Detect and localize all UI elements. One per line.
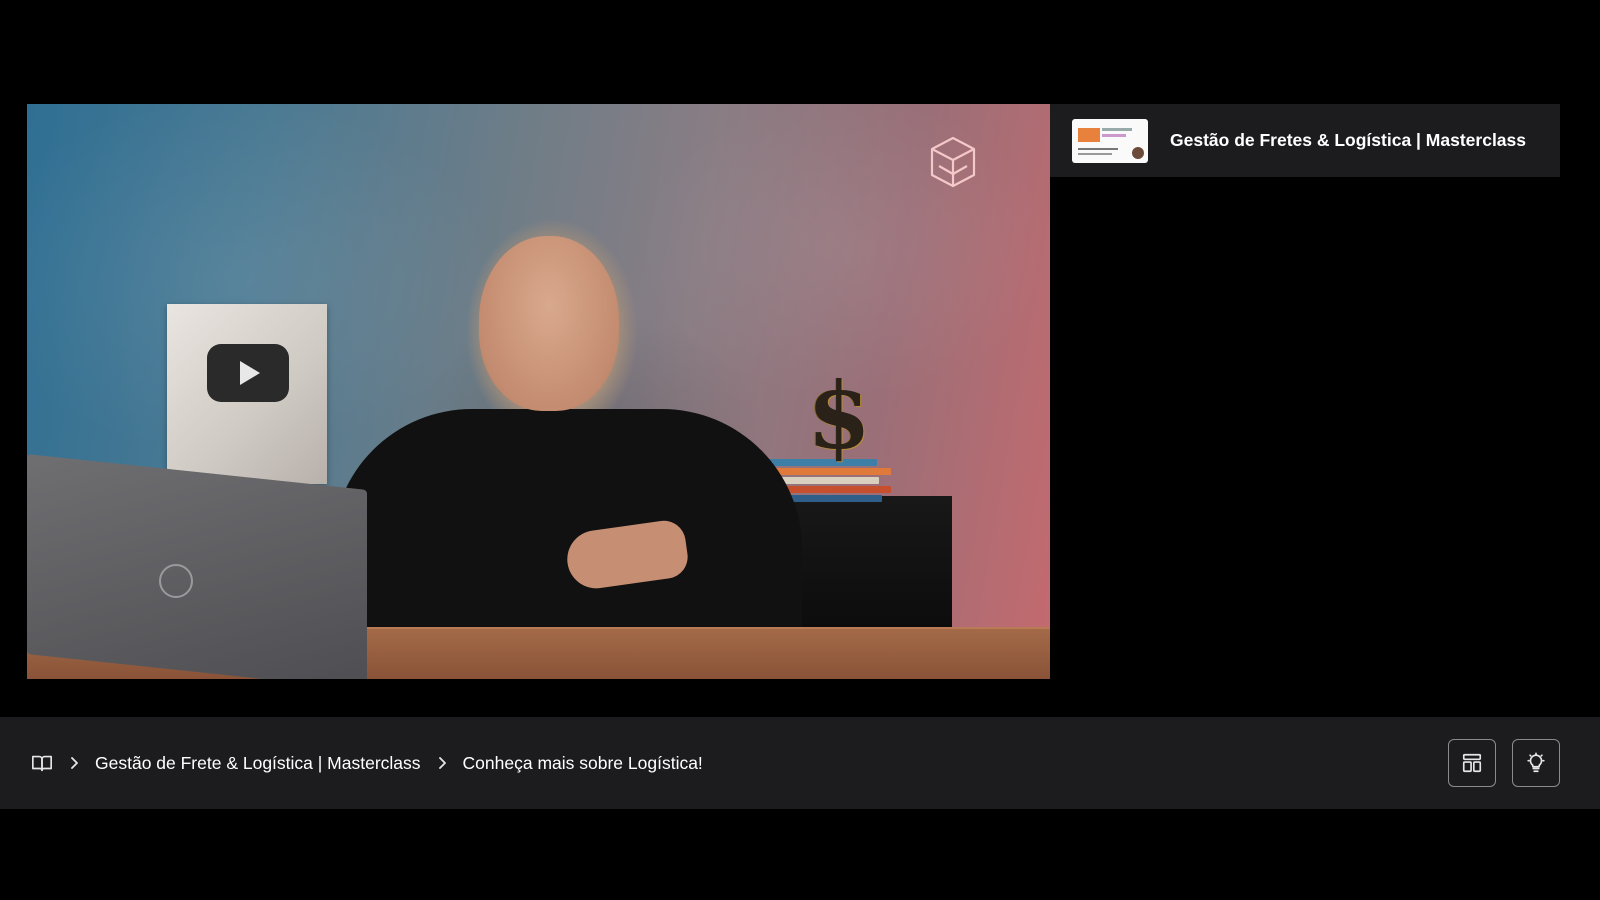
lightbulb-icon: [1527, 752, 1545, 773]
lesson-navigation-bar: Gestão de Frete & Logística | Masterclas…: [0, 717, 1600, 809]
presenter-face: [479, 236, 619, 411]
video-player[interactable]: $: [27, 104, 1050, 679]
action-buttons: [1448, 739, 1560, 787]
breadcrumb-course[interactable]: Gestão de Frete & Logística | Masterclas…: [95, 753, 421, 774]
layout-icon: [1462, 753, 1482, 773]
course-title[interactable]: Gestão de Fretes & Logística | Mastercla…: [1170, 130, 1526, 151]
laptop-logo-icon: [159, 564, 193, 598]
book-open-icon[interactable]: [31, 752, 53, 774]
video-laptop: [27, 454, 367, 679]
course-thumbnail[interactable]: [1072, 118, 1148, 163]
box-logo-icon: [930, 136, 976, 188]
chevron-right-icon: [66, 755, 82, 771]
dollar-sculpture: $: [807, 362, 872, 470]
lights-toggle-button[interactable]: [1512, 739, 1560, 787]
course-sidebar[interactable]: Gestão de Fretes & Logística | Mastercla…: [1050, 104, 1560, 177]
breadcrumb-lesson: Conheça mais sobre Logística!: [462, 752, 703, 773]
chevron-right-icon: [434, 755, 450, 771]
layout-toggle-button[interactable]: [1448, 739, 1496, 787]
breadcrumb: Gestão de Frete & Logística | Masterclas…: [31, 752, 703, 774]
play-button-plaque: [167, 304, 327, 484]
